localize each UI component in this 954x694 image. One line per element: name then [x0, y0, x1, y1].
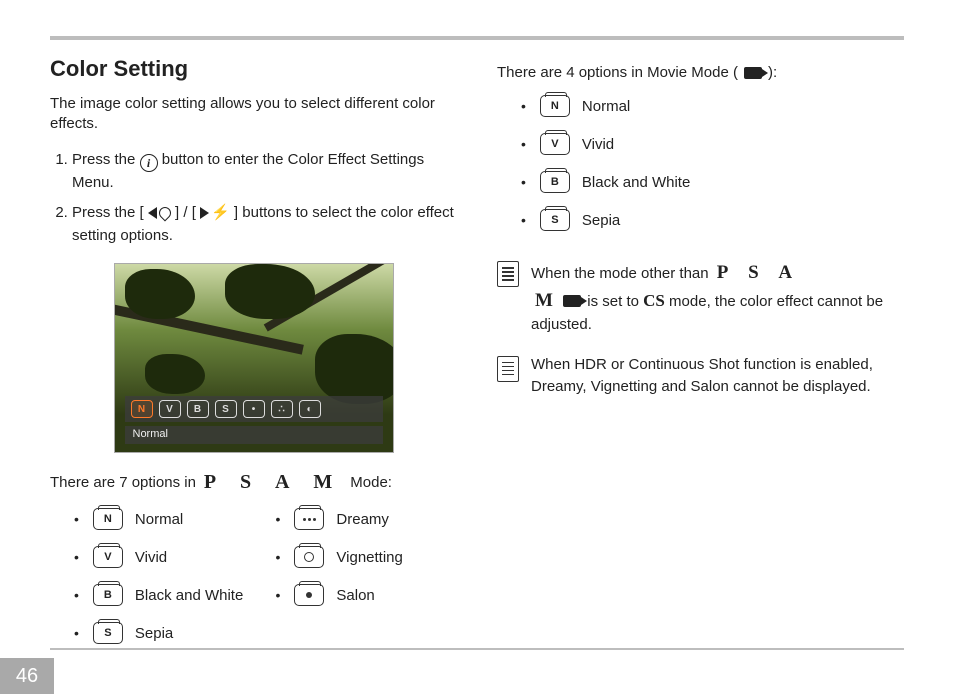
- option-label: Normal: [135, 511, 183, 528]
- overlay-icon-salon: ◐: [299, 400, 321, 418]
- option-label: Vivid: [582, 136, 614, 153]
- top-divider: [50, 36, 904, 40]
- effect-icon-dreamy: [294, 508, 324, 530]
- step-2-text-a: Press the [: [72, 204, 148, 221]
- movie-intro-a: There are 4 options in Movie Mode (: [497, 64, 738, 81]
- movie-mode-icon: [563, 295, 581, 307]
- screenshot-leaf: [125, 269, 195, 319]
- note1-letter-m: M: [535, 290, 553, 311]
- option-dreamy: Dreamy: [276, 508, 458, 530]
- movie-intro: There are 4 options in Movie Mode ( ):: [497, 64, 904, 81]
- effect-icon-bw: B: [93, 584, 123, 606]
- intro-text: The image color setting allows you to se…: [50, 94, 457, 135]
- option-vivid: V Vivid: [74, 546, 256, 568]
- info-button-icon: i: [140, 154, 158, 172]
- effect-icon-sepia: S: [93, 622, 123, 644]
- option-vignetting: Vignetting: [276, 546, 458, 568]
- step-1: Press the i button to enter the Color Ef…: [72, 149, 457, 195]
- overlay-icon-sepia: S: [215, 400, 237, 418]
- note-hdr-restriction: When HDR or Continuous Shot function is …: [497, 354, 904, 398]
- note-icon: [497, 261, 519, 287]
- option-label: Normal: [582, 98, 630, 115]
- option-label: Sepia: [582, 212, 620, 229]
- screenshot-leaf: [145, 354, 205, 394]
- effect-icon-normal: N: [540, 95, 570, 117]
- step-2: Press the [ ] / [ ⚡ ] buttons to select …: [72, 202, 457, 247]
- psam-mode-letters: P S A M: [204, 471, 342, 494]
- overlay-icon-vignetting: ∴: [271, 400, 293, 418]
- option-sepia: S Sepia: [74, 622, 256, 644]
- effect-icon-sepia: S: [540, 209, 570, 231]
- overlay-icon-vivid: V: [159, 400, 181, 418]
- option-label: Black and White: [582, 174, 690, 191]
- movie-option-vivid: V Vivid: [521, 133, 904, 155]
- overlay-icon-normal: N: [131, 400, 153, 418]
- note1-a: When the mode other than: [531, 265, 713, 282]
- note1-b: is set to: [587, 293, 643, 310]
- option-label: Black and White: [135, 587, 243, 604]
- macro-icon: [156, 205, 173, 222]
- screenshot-overlay-label: Normal: [125, 426, 383, 444]
- camera-screenshot: N V B S • ∴ ◐ Normal: [114, 263, 394, 453]
- option-bw: B Black and White: [74, 584, 256, 606]
- movie-option-sepia: S Sepia: [521, 209, 904, 231]
- effect-icon-normal: N: [93, 508, 123, 530]
- left-column: Color Setting The image color setting al…: [50, 56, 457, 644]
- right-arrow-icon: [200, 207, 209, 219]
- left-arrow-icon: [148, 207, 157, 219]
- option-label: Vivid: [135, 549, 167, 566]
- right-column: There are 4 options in Movie Mode ( ): N…: [497, 56, 904, 644]
- option-label: Sepia: [135, 625, 173, 642]
- movie-intro-b: ):: [768, 64, 777, 81]
- note-text: When HDR or Continuous Shot function is …: [531, 354, 904, 398]
- note-text: When the mode other than P S A M is set …: [531, 259, 904, 336]
- step-1-text-a: Press the: [72, 151, 140, 168]
- psam-intro-b: Mode:: [350, 474, 392, 491]
- effect-icon-vivid: V: [93, 546, 123, 568]
- overlay-icon-dreamy: •: [243, 400, 265, 418]
- option-salon: Salon: [276, 584, 458, 606]
- screenshot-leaf: [225, 264, 315, 319]
- steps-list: Press the i button to enter the Color Ef…: [50, 149, 457, 248]
- movie-mode-icon: [744, 67, 762, 79]
- step-2-text-b: ] / [: [175, 204, 200, 221]
- note-mode-restriction: When the mode other than P S A M is set …: [497, 259, 904, 336]
- cs-mode-label: CS: [643, 291, 665, 310]
- screenshot-overlay-bar: N V B S • ∴ ◐: [125, 396, 383, 422]
- content-columns: Color Setting The image color setting al…: [50, 56, 904, 644]
- effect-icon-vivid: V: [540, 133, 570, 155]
- psam-intro-a: There are 7 options in: [50, 474, 196, 491]
- section-heading: Color Setting: [50, 56, 457, 82]
- effect-icon-vignetting: [294, 546, 324, 568]
- option-label: Salon: [336, 587, 374, 604]
- bottom-divider: [50, 648, 904, 650]
- option-label: Vignetting: [336, 549, 402, 566]
- manual-page: Color Setting The image color setting al…: [0, 0, 954, 694]
- movie-option-bw: B Black and White: [521, 171, 904, 193]
- movie-option-normal: N Normal: [521, 95, 904, 117]
- option-normal: N Normal: [74, 508, 256, 530]
- note-icon: [497, 356, 519, 382]
- psam-options: N Normal Dreamy V Vivid Vignetting B: [50, 508, 457, 644]
- psam-intro: There are 7 options in P S A M Mode:: [50, 471, 457, 494]
- flash-icon: ⚡: [211, 202, 230, 225]
- note1-letters-psa: P S A: [717, 262, 800, 283]
- movie-options: N Normal V Vivid B Black and White S Sep…: [497, 95, 904, 231]
- screenshot-leaf: [315, 334, 394, 404]
- overlay-icon-bw: B: [187, 400, 209, 418]
- page-number: 46: [0, 658, 54, 694]
- option-label: Dreamy: [336, 511, 389, 528]
- effect-icon-bw: B: [540, 171, 570, 193]
- effect-icon-salon: [294, 584, 324, 606]
